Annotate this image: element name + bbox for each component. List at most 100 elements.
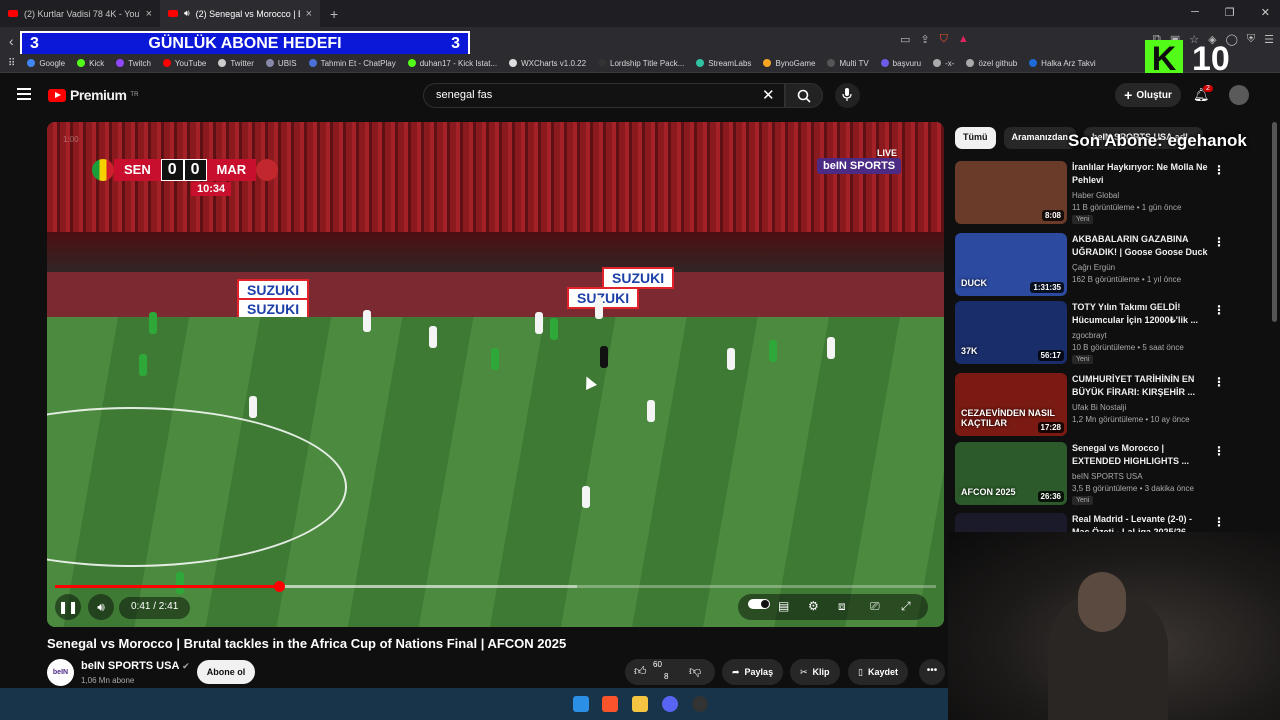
cast-icon[interactable]: ▭ xyxy=(900,33,910,46)
subscribe-button[interactable]: Abone ol xyxy=(197,660,255,684)
bookmark-item[interactable]: WXCharts v1.0.22 xyxy=(509,59,586,68)
video-thumbnail[interactable]: DUCK 1:31:35 xyxy=(955,233,1067,296)
bookmark-item[interactable]: UBIS xyxy=(265,59,297,68)
browser-tab[interactable]: (2) Kurtlar Vadisi 78 4K - YouTube × xyxy=(0,0,160,27)
chip-all[interactable]: Tümü xyxy=(955,127,996,149)
video-thumbnail[interactable]: 37K 56:17 xyxy=(955,301,1067,364)
video-thumbnail[interactable]: CEZAEVİNDEN NASIL KAÇTILAR 17:28 xyxy=(955,373,1067,436)
video-thumbnail[interactable]: AFCON 2025 26:36 xyxy=(955,442,1067,505)
bookmark-item[interactable]: Multi TV xyxy=(827,59,869,68)
recommended-title[interactable]: AKBABALARIN GAZABINA UĞRADIK! | Goose Go… xyxy=(1072,233,1212,259)
search-input[interactable]: senegal fas xyxy=(423,83,785,108)
settings-icon[interactable]: ⚙ xyxy=(808,599,819,613)
voice-search-button[interactable] xyxy=(835,83,860,108)
hamburger-menu-icon[interactable] xyxy=(17,88,31,103)
speaker-icon[interactable]: 🔊︎ xyxy=(184,8,190,19)
recommended-title[interactable]: CUMHURİYET TARİHİNİN EN BÜYÜK FİRARI: KI… xyxy=(1072,373,1212,399)
bookmark-item[interactable]: Lordship Title Pack... xyxy=(598,59,684,68)
account-avatar[interactable] xyxy=(1229,85,1249,105)
video-duration: 1:31:35 xyxy=(1030,282,1064,293)
more-options-icon[interactable]: ⋮ xyxy=(1213,235,1225,249)
obs-icon[interactable] xyxy=(692,696,708,712)
recommended-title[interactable]: İranlılar Haykırıyor: Ne Molla Ne Pehlev… xyxy=(1072,161,1212,187)
bookmark-item[interactable]: başvuru xyxy=(880,59,921,68)
close-tab-icon[interactable]: × xyxy=(146,8,152,20)
volume-button[interactable]: 🔊︎ xyxy=(88,594,114,620)
back-icon[interactable]: ‹ xyxy=(9,33,14,49)
chip-from-search[interactable]: Aramanızdan xyxy=(1003,127,1077,149)
recommended-channel[interactable]: Ufak Bi Nostalji xyxy=(1072,403,1126,412)
video-duration: 8:08 xyxy=(1041,210,1064,221)
browser-tab-active[interactable]: 🔊︎ (2) Senegal vs Morocco | Brut × xyxy=(160,0,320,27)
search-button[interactable] xyxy=(785,83,823,108)
more-options-icon[interactable]: ⋮ xyxy=(1213,303,1225,317)
fullscreen-icon[interactable]: ⤢ xyxy=(901,599,911,614)
file-explorer-icon[interactable] xyxy=(632,696,648,712)
bookmark-item[interactable]: Kick xyxy=(77,59,104,68)
recommended-channel[interactable]: Çağrı Ergün xyxy=(1072,263,1115,272)
cast-icon[interactable]: ⎚ xyxy=(870,599,880,614)
recommended-channel[interactable]: Haber Global xyxy=(1072,191,1119,200)
recommended-video[interactable]: AFCON 2025 26:36 Senegal vs Morocco | EXTE… xyxy=(955,442,1255,506)
bookmark-item[interactable]: BynoGame xyxy=(763,59,815,68)
share-icon[interactable]: ⇪ xyxy=(920,33,929,46)
bookmark-item[interactable]: YouTube xyxy=(162,59,206,68)
share-button[interactable]: ➦ Paylaş xyxy=(722,659,784,685)
recommended-video[interactable]: CEZAEVİNDEN NASIL KAÇTILAR 17:28 CUMHURİYE… xyxy=(955,373,1255,437)
save-button[interactable]: ▯ Kaydet xyxy=(848,659,908,685)
progress-bar[interactable] xyxy=(55,581,936,592)
player xyxy=(550,318,558,340)
progress-scrubber[interactable] xyxy=(273,581,285,592)
maximize-icon[interactable]: ❐ xyxy=(1225,6,1235,19)
clip-button[interactable]: ✂ Klip xyxy=(790,659,840,685)
player xyxy=(769,340,777,362)
miniplayer-icon[interactable]: ⧈ xyxy=(838,599,846,614)
brave-browser-icon[interactable] xyxy=(602,696,618,712)
new-tab-icon[interactable]: + xyxy=(330,6,338,22)
windows-start-icon[interactable] xyxy=(573,696,589,712)
more-options-icon[interactable]: ⋮ xyxy=(1213,515,1225,529)
scrollbar[interactable] xyxy=(1272,122,1277,322)
close-window-icon[interactable]: ✕ xyxy=(1261,6,1270,19)
bookmark-item[interactable]: duhan17 - Kick Istat... xyxy=(407,59,497,68)
close-tab-icon[interactable]: × xyxy=(306,8,312,20)
brave-rewards-icon[interactable]: ▲ xyxy=(958,33,969,46)
more-actions-button[interactable]: ••• xyxy=(919,659,945,685)
channel-avatar[interactable]: beIN SPORTS xyxy=(47,659,76,703)
dislike-icon[interactable]: 👎︎ xyxy=(689,664,701,679)
recommended-channel[interactable]: zgocbrayt xyxy=(1072,331,1107,340)
recommended-title[interactable]: TOTY Yılın Takımı GELDİ! Hücumcular İçin… xyxy=(1072,301,1212,327)
bookmark-item[interactable]: Tahmin Et - ChatPlay xyxy=(308,59,396,68)
recommended-video[interactable]: 8:08 İranlılar Haykırıyor: Ne Molla Ne Pe… xyxy=(955,161,1255,225)
video-thumbnail[interactable]: 8:08 xyxy=(955,161,1067,224)
bookmark-item[interactable]: StreamLabs xyxy=(696,59,751,68)
bookmark-item[interactable]: -x- xyxy=(933,59,954,68)
like-icon[interactable]: 👍︎ xyxy=(634,664,647,679)
clear-search-icon[interactable]: ✕ xyxy=(762,86,775,104)
more-options-icon[interactable]: ⋮ xyxy=(1213,444,1225,458)
bookmark-item[interactable]: özel github xyxy=(966,59,1017,68)
recommended-video[interactable]: DUCK 1:31:35 AKBABALARIN GAZABINA UĞRADIK!… xyxy=(955,233,1255,297)
bookmark-favicon-icon xyxy=(308,59,317,67)
minimize-icon[interactable]: ─ xyxy=(1191,6,1199,19)
subtitles-icon[interactable]: ▤ xyxy=(778,599,789,613)
channel-name[interactable]: beIN SPORTS USA ✔ xyxy=(81,660,190,672)
apps-icon[interactable]: ⠿ xyxy=(8,58,15,69)
recommended-title[interactable]: Senegal vs Morocco | EXTENDED HIGHLIGHTS… xyxy=(1072,442,1212,468)
autoplay-toggle[interactable] xyxy=(748,599,770,609)
bookmark-item[interactable]: Twitter xyxy=(218,59,254,68)
recommended-video[interactable]: 37K 56:17 TOTY Yılın Takımı GELDİ! Hücumcu… xyxy=(955,301,1255,365)
video-player[interactable]: SUZUKI SUZUKI SUZUKI SUZUKI SEN 0 0 MAR … xyxy=(47,122,944,627)
recommended-channel[interactable]: beIN SPORTS USA xyxy=(1072,472,1143,481)
more-options-icon[interactable]: ⋮ xyxy=(1213,163,1225,177)
brave-shield-icon[interactable]: ⛉ xyxy=(940,33,948,46)
bookmark-item[interactable]: Google xyxy=(27,59,65,68)
discord-icon[interactable] xyxy=(662,696,678,712)
away-team: MAR xyxy=(206,159,257,181)
bookmark-item[interactable]: Halka Arz Takvi xyxy=(1029,59,1096,68)
youtube-premium-logo[interactable]: Premium TR xyxy=(48,87,138,103)
bookmark-item[interactable]: Twitch xyxy=(116,59,151,68)
more-options-icon[interactable]: ⋮ xyxy=(1213,375,1225,389)
create-button[interactable]: + Oluştur xyxy=(1115,83,1181,107)
pause-button[interactable]: ❚❚ xyxy=(55,594,81,620)
